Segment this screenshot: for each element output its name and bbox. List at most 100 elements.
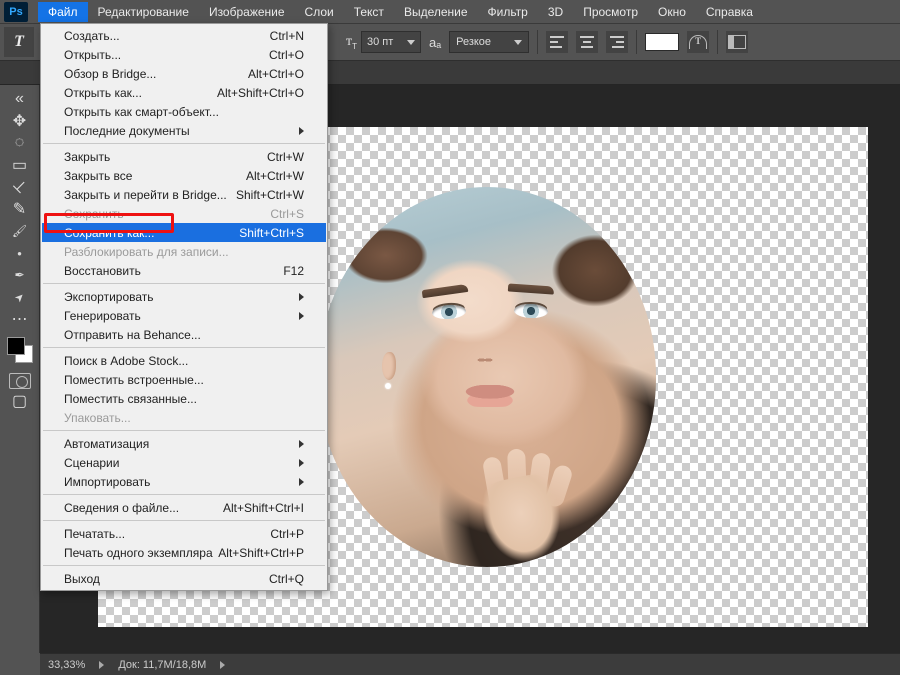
file-menu-item[interactable]: Поместить связанные... (42, 389, 326, 408)
menu-item-shortcut: Ctrl+O (269, 48, 304, 62)
font-size-field[interactable]: 30 пт (361, 31, 421, 53)
menu-item-label: Поместить связанные... (64, 392, 197, 406)
file-menu-item[interactable]: Сохранить как... Shift+Ctrl+S (42, 223, 326, 242)
more-tools[interactable] (8, 309, 32, 329)
expand-tools-icon[interactable]: « (8, 89, 32, 109)
file-menu-item[interactable]: Поиск в Adobe Stock... (42, 351, 326, 370)
character-panel-button[interactable] (726, 31, 748, 53)
menu-bar: Ps Файл Редактирование Изображение Слои … (0, 0, 900, 23)
circular-portrait-image (318, 187, 656, 567)
pen-tool[interactable] (8, 265, 32, 285)
menu-edit[interactable]: Редактирование (88, 2, 199, 22)
separator (636, 30, 637, 54)
warp-text-button[interactable] (687, 31, 709, 53)
menu-3d[interactable]: 3D (538, 2, 573, 22)
menu-item-label: Упаковать... (64, 411, 131, 425)
file-menu-item[interactable]: Открыть как смарт-объект... (42, 102, 326, 121)
color-swatches[interactable] (7, 337, 33, 363)
menu-item-shortcut: Alt+Ctrl+W (246, 169, 304, 183)
menu-item-label: Сценарии (64, 456, 119, 470)
marquee-tool[interactable] (8, 155, 32, 175)
file-menu-item[interactable]: Поместить встроенные... (42, 370, 326, 389)
menu-layers[interactable]: Слои (295, 2, 344, 22)
menu-item-shortcut: Alt+Shift+Ctrl+I (223, 501, 304, 515)
menu-item-label: Закрыть и перейти в Bridge... (64, 188, 227, 202)
menu-item-label: Обзор в Bridge... (64, 67, 156, 81)
menu-item-label: Открыть как... (64, 86, 142, 100)
file-menu-item[interactable]: Отправить на Behance... (42, 325, 326, 344)
menu-item-label: Поместить встроенные... (64, 373, 204, 387)
file-menu-item: Упаковать... (42, 408, 326, 427)
menu-item-label: Сведения о файле... (64, 501, 179, 515)
menu-item-shortcut: Ctrl+N (270, 29, 304, 43)
screen-mode-button[interactable]: ▢ (8, 391, 32, 411)
antialias-dropdown[interactable]: Резкое (449, 31, 529, 53)
antialias-icon (429, 35, 441, 50)
chevron-right-icon (299, 293, 304, 301)
file-menu-item[interactable]: Создать...Ctrl+N (42, 26, 326, 45)
file-menu-item[interactable]: Обзор в Bridge...Alt+Ctrl+O (42, 64, 326, 83)
brush-tool[interactable] (8, 221, 32, 241)
file-menu-item[interactable]: Автоматизация (42, 434, 326, 453)
zoom-level[interactable]: 33,33% (48, 659, 85, 671)
menu-item-label: Разблокировать для записи... (64, 245, 229, 259)
file-menu-item: Разблокировать для записи... (42, 242, 326, 261)
menu-item-label: Открыть как смарт-объект... (64, 105, 219, 119)
file-menu-item[interactable]: Выход Ctrl+Q (42, 569, 326, 588)
path-selection-tool[interactable] (8, 287, 32, 307)
chevron-right-icon[interactable] (220, 661, 225, 669)
file-menu-item[interactable]: Последние документы (42, 121, 326, 140)
menu-item-shortcut: Ctrl+P (270, 527, 304, 541)
file-menu-item[interactable]: Закрыть и перейти в Bridge... Shift+Ctrl+… (42, 185, 326, 204)
foreground-swatch[interactable] (7, 337, 25, 355)
menu-item-label: Отправить на Behance... (64, 328, 201, 342)
separator (717, 30, 718, 54)
align-center-button[interactable] (576, 31, 598, 53)
text-color-swatch[interactable] (645, 33, 679, 51)
align-left-button[interactable] (546, 31, 568, 53)
status-bar: 33,33% Док: 11,7M/18,8M (40, 653, 900, 675)
chevron-right-icon (299, 459, 304, 467)
file-menu-item[interactable]: Экспортировать (42, 287, 326, 306)
chevron-right-icon (299, 440, 304, 448)
menu-item-label: Выход (64, 572, 100, 586)
file-menu-item[interactable]: Сведения о файле... Alt+Shift+Ctrl+I (42, 498, 326, 517)
menu-file[interactable]: Файл (38, 2, 88, 22)
file-menu-item[interactable]: Сценарии (42, 453, 326, 472)
file-menu-item[interactable]: Генерировать (42, 306, 326, 325)
menu-text[interactable]: Текст (344, 2, 394, 22)
menu-item-shortcut: Alt+Shift+Ctrl+O (217, 86, 304, 100)
menu-item-shortcut: Shift+Ctrl+S (239, 226, 304, 240)
menu-item-shortcut: Ctrl+Q (269, 572, 304, 586)
move-tool[interactable] (8, 111, 32, 131)
menu-item-label: Поиск в Adobe Stock... (64, 354, 188, 368)
menu-image[interactable]: Изображение (199, 2, 295, 22)
menu-filter[interactable]: Фильтр (478, 2, 538, 22)
file-menu-item[interactable]: Печать одного экземпляраAlt+Shift+Ctrl+P (42, 543, 326, 562)
panel-icon (728, 35, 746, 49)
chevron-right-icon[interactable] (99, 661, 104, 669)
file-menu-item: СохранитьCtrl+S (42, 204, 326, 223)
menu-help[interactable]: Справка (696, 2, 763, 22)
quick-mask-toggle[interactable] (9, 373, 31, 389)
blur-tool[interactable] (8, 243, 32, 263)
file-menu-item[interactable]: Печатать...Ctrl+P (42, 524, 326, 543)
menu-item-shortcut: F12 (283, 264, 304, 278)
lasso-tool[interactable] (8, 133, 32, 153)
file-menu-item[interactable]: Открыть...Ctrl+O (42, 45, 326, 64)
crop-tool[interactable] (8, 177, 32, 197)
menu-item-shortcut: Shift+Ctrl+W (236, 188, 304, 202)
menu-select[interactable]: Выделение (394, 2, 478, 22)
file-menu-item[interactable]: Закрыть все Alt+Ctrl+W (42, 166, 326, 185)
menu-view[interactable]: Просмотр (573, 2, 648, 22)
eyedropper-tool[interactable] (8, 199, 32, 219)
menu-item-shortcut: Alt+Shift+Ctrl+P (218, 546, 304, 560)
file-menu-item[interactable]: Импортировать (42, 472, 326, 491)
file-menu-item[interactable]: ЗакрытьCtrl+W (42, 147, 326, 166)
menu-item-label: Закрыть все (64, 169, 132, 183)
file-menu-item[interactable]: Открыть как... Alt+Shift+Ctrl+O (42, 83, 326, 102)
menu-window[interactable]: Окно (648, 2, 696, 22)
menu-item-label: Сохранить как... (64, 226, 154, 240)
file-menu-item[interactable]: ВосстановитьF12 (42, 261, 326, 280)
align-right-button[interactable] (606, 31, 628, 53)
